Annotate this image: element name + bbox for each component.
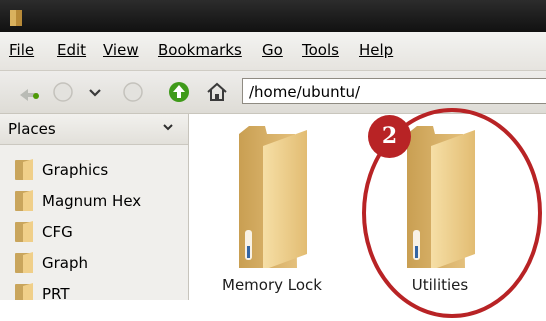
highlight-circle (362, 108, 542, 318)
step-badge: 2 (368, 115, 411, 158)
